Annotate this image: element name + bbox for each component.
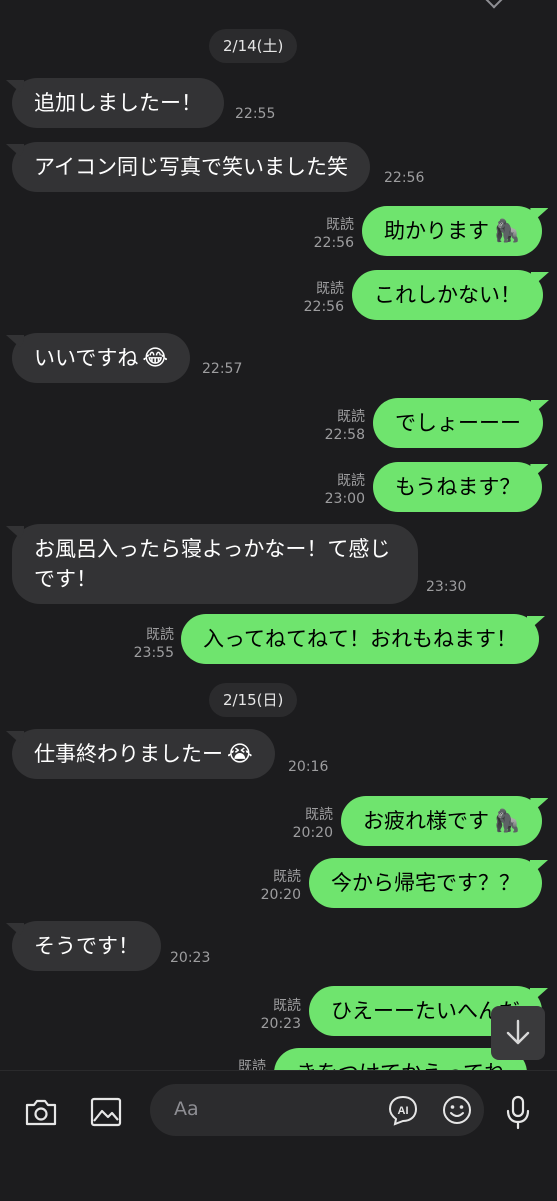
message-meta: 既読 22:56 [300,216,354,252]
outgoing-message[interactable]: 今から帰宅です？？ [309,858,542,908]
outgoing-message[interactable]: 助かります 🦍 [362,206,543,256]
incoming-message[interactable]: アイコン同じ写真で笑いました笑 [12,142,370,192]
message-time: 22:56 [313,235,354,251]
read-receipt: 既読 [337,473,365,489]
outgoing-message[interactable]: きをつけてかえってね [274,1048,527,1070]
chat-area[interactable]: 2/14(土) 追加しましたー！ 22:55 アイコン同じ写真で笑いました笑 2… [0,0,557,1070]
message-input[interactable]: Aa AI [150,1084,484,1136]
read-receipt: 既読 [273,998,301,1014]
message-time: 22:56 [384,170,425,186]
voice-button[interactable] [500,1094,536,1130]
message-meta: 既読 23:00 [311,472,365,508]
scroll-to-bottom-button[interactable] [491,1006,545,1060]
incoming-message[interactable]: 追加しましたー！ [12,78,224,128]
emoji-button[interactable] [440,1093,474,1127]
gorilla-emoji: 🦍 [493,809,521,834]
message-meta: 既読 23:55 [120,626,174,662]
message-time: 20:20 [260,887,301,903]
image-icon [90,1097,122,1127]
message-meta: 既読 20:23 [247,997,301,1033]
message-meta: 既読 20:20 [279,806,333,842]
ai-icon: AI [388,1095,418,1126]
image-button[interactable] [88,1094,124,1130]
message-meta: 既読 20:20 [247,868,301,904]
microphone-icon [506,1095,530,1130]
date-separator: 2/15(日) [209,683,298,717]
incoming-message[interactable]: 仕事終わりましたー 😭 [12,729,275,779]
chevron-down-icon [485,0,503,9]
message-meta: 既読 [212,1058,266,1070]
outgoing-message[interactable]: 入ってねてねて！おれもねます！ [181,614,539,664]
message-text-line1: お風呂入ったら寝よっかなー！て感じ [34,537,391,561]
date-separator: 2/14(土) [209,29,298,63]
camera-button[interactable] [23,1094,59,1130]
message-time: 20:20 [292,825,333,841]
outgoing-message[interactable]: これしかない！ [352,270,543,320]
message-meta: 既読 22:58 [311,408,365,444]
message-time: 20:16 [288,759,329,775]
emoji-icon [443,1096,471,1124]
incoming-message[interactable]: いいですね 😂 [12,333,191,383]
message-time: 22:55 [235,106,276,122]
read-receipt: 既読 [326,217,354,233]
message-time: 22:56 [303,299,344,315]
arrow-down-icon [506,1019,530,1045]
read-receipt: 既読 [146,627,174,643]
message-time: 22:58 [324,427,365,443]
crying-emoji: 😭 [227,742,253,767]
message-time: 22:57 [202,361,243,377]
laughing-emoji: 😂 [142,346,169,371]
message-time: 20:23 [170,950,211,966]
ai-label: AI [398,1105,409,1117]
incoming-message[interactable]: そうです！ [12,921,161,971]
message-text: 助かります [384,219,489,243]
read-receipt: 既読 [273,869,301,885]
read-receipt: 既読 [305,807,333,823]
message-time: 23:55 [133,645,174,661]
message-text: お疲れ様です [363,809,489,833]
message-text: いいですね [34,346,139,370]
message-time: 20:23 [260,1016,301,1032]
outgoing-message[interactable]: でしょーーー [373,398,543,448]
read-receipt: 既読 [316,281,344,297]
gorilla-emoji: 🦍 [493,219,521,244]
message-meta: 既読 22:56 [290,280,344,316]
message-time: 23:30 [426,579,467,595]
input-placeholder: Aa [174,1098,199,1120]
outgoing-message[interactable]: もうねます？ [373,462,543,512]
message-text-line2: です！ [34,567,97,591]
read-receipt: 既読 [337,409,365,425]
outgoing-message[interactable]: お疲れ様です 🦍 [341,796,543,846]
incoming-message[interactable]: お風呂入ったら寝よっかなー！て感じ です！ [12,524,418,604]
message-text: 仕事終わりましたー [34,742,223,766]
ai-button[interactable]: AI [386,1093,420,1127]
read-receipt: 既読 [238,1059,266,1070]
message-time: 23:00 [324,491,365,507]
camera-icon [25,1099,57,1126]
